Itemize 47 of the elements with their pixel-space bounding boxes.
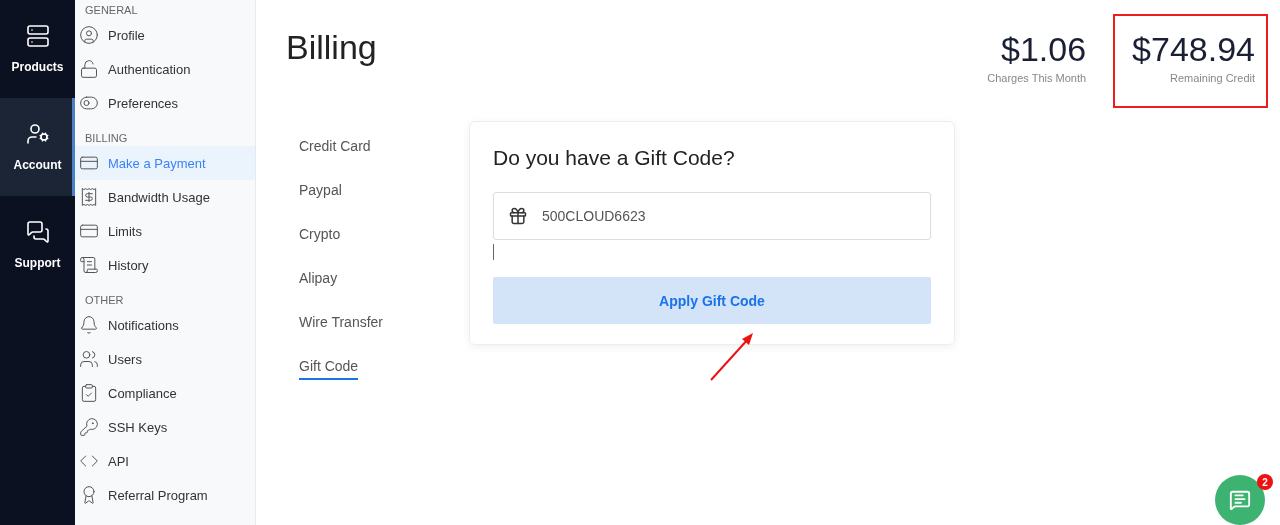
payment-tab[interactable]: Alipay: [299, 266, 338, 292]
rail-item[interactable]: Account: [0, 98, 75, 196]
sidebar-item[interactable]: Limits: [75, 214, 255, 248]
payment-tab[interactable]: Credit Card: [299, 134, 371, 160]
section-heading: BILLING: [84, 131, 129, 146]
annotation-arrow: [709, 330, 755, 382]
rail-item[interactable]: Products: [0, 0, 75, 98]
text-cursor: [493, 244, 494, 260]
sidebar-item[interactable]: History: [75, 248, 255, 282]
key-icon: [79, 417, 99, 437]
sidebar-item[interactable]: SSH Keys: [75, 410, 255, 444]
sidebar-item[interactable]: Bandwidth Usage: [75, 180, 255, 214]
stat-value: $1.06: [1001, 30, 1087, 68]
sidebar-item[interactable]: Users: [75, 342, 255, 376]
section-heading: GENERAL: [84, 3, 139, 18]
stat-value: $748.94: [1132, 30, 1255, 68]
payment-tab[interactable]: Crypto: [299, 222, 341, 248]
sidebar-item[interactable]: Profile: [75, 18, 255, 52]
document-icon: [79, 255, 99, 275]
gift-icon: [508, 206, 528, 226]
sidebar-item[interactable]: Authentication: [75, 52, 255, 86]
sidebar-item[interactable]: Preferences: [75, 86, 255, 120]
padlock-icon: [79, 59, 99, 79]
stat-label: Remaining Credit: [1170, 72, 1255, 84]
gift-code-field[interactable]: 500CLOUD6623: [493, 192, 931, 240]
sidebar-item[interactable]: Referral Program: [75, 478, 255, 512]
bell-icon: [79, 315, 99, 335]
section-heading: OTHER: [84, 293, 125, 308]
person-icon: [79, 25, 99, 45]
notification-badge: 2: [1257, 474, 1273, 490]
chat-icon: [1229, 489, 1251, 511]
user-gear-icon: [25, 122, 50, 146]
card-heading: Do you have a Gift Code?: [493, 146, 736, 170]
sidebar-item[interactable]: Compliance: [75, 376, 255, 410]
server-icon: [25, 24, 50, 48]
receipt-icon: [79, 187, 99, 207]
payment-tab[interactable]: Gift Code: [299, 354, 359, 380]
users-icon: [79, 349, 99, 369]
chat-icon: [25, 220, 50, 244]
payment-tab[interactable]: Paypal: [299, 178, 342, 204]
sidebar-item[interactable]: API: [75, 444, 255, 478]
page-title: Billing: [286, 28, 377, 67]
clipboard-icon: [79, 383, 99, 403]
sidebar-item[interactable]: Notifications: [75, 308, 255, 342]
stat-label: Charges This Month: [987, 72, 1087, 84]
rail-item[interactable]: Support: [0, 196, 75, 294]
payment-tab[interactable]: Wire Transfer: [299, 310, 383, 336]
